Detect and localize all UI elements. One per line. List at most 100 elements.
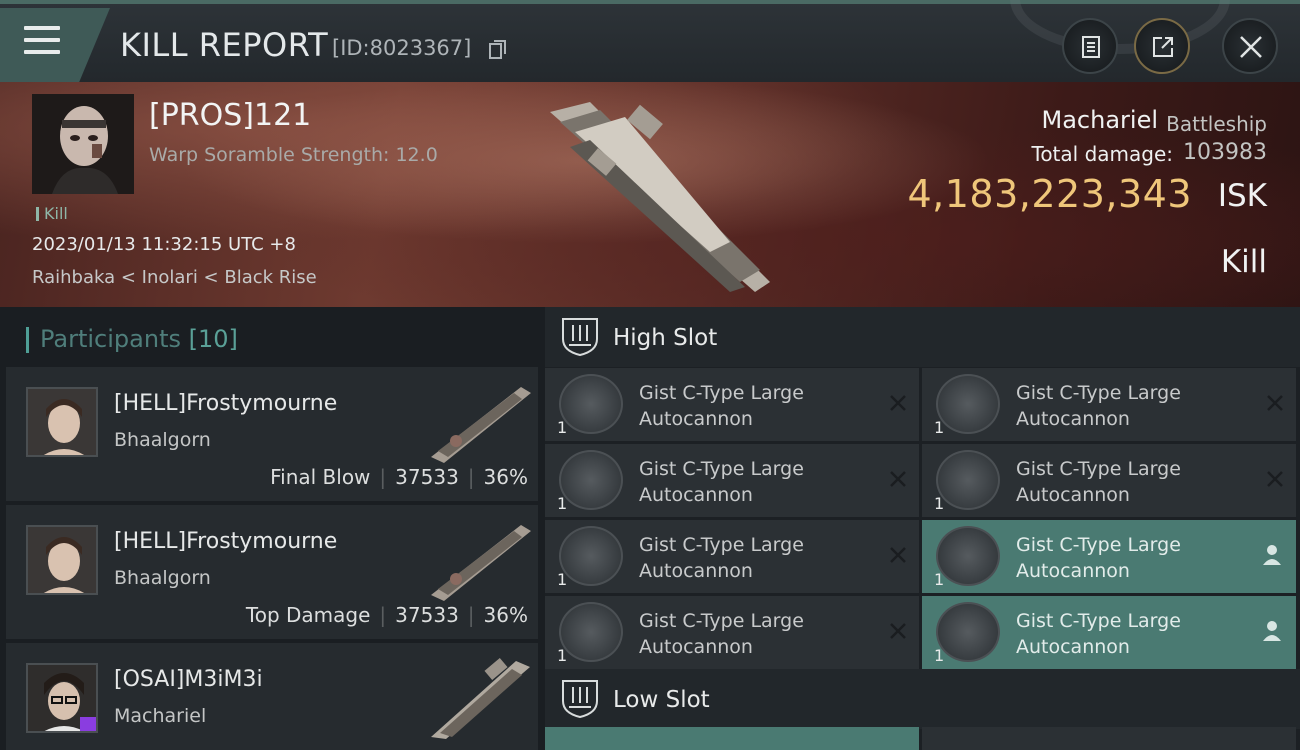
participant-row[interactable]: [HELL]Frostymourne Bhaalgorn Final Blow |… <box>6 367 538 501</box>
person-icon <box>1263 545 1281 565</box>
participant-percent: 36% <box>483 465 528 489</box>
module-slot[interactable]: 1 Gist C-Type Large Autocannon <box>922 444 1296 517</box>
destroyed-icon <box>1267 395 1283 411</box>
module-name: Gist C-Type Large Autocannon <box>639 458 804 506</box>
autocannon-icon <box>559 374 623 434</box>
participant-damage: 37533 <box>395 465 459 489</box>
participant-stats: Top Damage | 37533 | 36% <box>245 603 528 627</box>
high-slot-header: High Slot <box>545 307 1300 367</box>
participants-panel: Participants [10] [HELL]Frostymourne Bha… <box>0 307 545 750</box>
participant-ship-image <box>431 657 530 739</box>
clipboard-icon <box>1082 36 1100 58</box>
destroyed-icon <box>890 547 906 563</box>
module-quantity: 1 <box>557 418 568 437</box>
participant-role: Top Damage <box>245 603 371 627</box>
decorative-ring <box>1010 0 1230 54</box>
victim-portrait[interactable] <box>32 94 134 194</box>
participant-ship: Bhaalgorn <box>114 567 211 589</box>
avatar <box>26 387 98 457</box>
total-damage-value: 103983 <box>1183 140 1267 165</box>
module-slot[interactable]: 1 Gist C-Type Large Autocannon <box>545 368 919 441</box>
module-name: Gist C-Type Large Autocannon <box>639 534 804 582</box>
autocannon-icon <box>559 450 623 510</box>
destroyed-icon <box>890 395 906 411</box>
clipboard-button[interactable] <box>1062 18 1118 74</box>
participant-row[interactable]: [HELL]Frostymourne Bhaalgorn Top Damage |… <box>6 505 538 639</box>
kill-banner: [PROS]121 Warp Soramble Strength: 12.0 K… <box>0 82 1300 307</box>
module-quantity: 1 <box>934 418 945 437</box>
share-icon <box>1153 37 1173 57</box>
module-slot[interactable]: 1 Gist C-Type Large Autocannon <box>545 520 919 593</box>
module-slot[interactable]: 1 Gist C-Type Large Autocannon <box>545 444 919 517</box>
header-bar: KILL REPORT [ID:8023367] <box>0 0 1300 82</box>
module-quantity: 1 <box>557 646 568 665</box>
fitting-panel: High Slot 1 Gist C-Type Large Autocannon… <box>545 307 1300 750</box>
participant-damage: 37533 <box>395 603 459 627</box>
destroyed-icon <box>1267 471 1283 487</box>
avatar <box>26 663 98 733</box>
participant-role: Final Blow <box>270 465 371 489</box>
module-quantity: 1 <box>934 570 945 589</box>
module-quantity: 1 <box>934 494 945 513</box>
high-slot-title: High Slot <box>613 325 718 351</box>
isk-unit: ISK <box>1217 178 1267 214</box>
participant-stats: Final Blow | 37533 | 36% <box>270 465 528 489</box>
module-name: Gist C-Type Large Autocannon <box>639 382 804 430</box>
participant-name: [HELL]Frostymourne <box>114 529 338 554</box>
module-quantity: 1 <box>557 570 568 589</box>
close-button[interactable] <box>1222 18 1278 74</box>
participant-name: [OSAI]M3iM3i <box>114 667 263 692</box>
participant-ship: Machariel <box>114 705 207 727</box>
autocannon-icon <box>936 602 1000 662</box>
module-slot[interactable] <box>922 727 1296 750</box>
victim-ship-class: Battleship <box>1166 112 1267 136</box>
isk-value: 4,183,223,343 <box>907 172 1192 216</box>
module-slot[interactable]: 1 Gist C-Type Large Autocannon <box>545 596 919 669</box>
victim-avatar-image <box>32 94 134 194</box>
participants-count: [10] <box>188 325 238 353</box>
victim-ship-image <box>550 102 770 292</box>
destroyed-icon <box>890 623 906 639</box>
module-name: Gist C-Type Large Autocannon <box>1016 382 1181 430</box>
low-slot-icon <box>562 680 598 719</box>
scramble-strength: Warp Soramble Strength: 12.0 <box>149 144 438 166</box>
victim-ship-name[interactable]: Machariel <box>1042 106 1159 134</box>
module-quantity: 1 <box>934 646 945 665</box>
module-slot[interactable]: 1 Gist C-Type Large Autocannon <box>922 520 1296 593</box>
participant-row[interactable]: [OSAI]M3iM3i Machariel <box>6 643 538 750</box>
module-slot[interactable]: 1 Gist C-Type Large Autocannon <box>922 368 1296 441</box>
module-name: Gist C-Type Large Autocannon <box>639 610 804 658</box>
autocannon-icon <box>936 526 1000 586</box>
module-quantity: 1 <box>557 494 568 513</box>
avatar <box>26 525 98 595</box>
menu-icon[interactable] <box>24 26 62 58</box>
victim-name[interactable]: [PROS]121 <box>149 98 311 133</box>
autocannon-icon <box>936 374 1000 434</box>
share-button[interactable] <box>1134 18 1190 74</box>
participant-ship-image <box>431 387 531 463</box>
page-title: KILL REPORT <box>120 26 329 64</box>
person-icon <box>1263 621 1281 641</box>
low-slot-title: Low Slot <box>613 687 710 713</box>
close-icon <box>1240 36 1262 58</box>
autocannon-icon <box>559 602 623 662</box>
module-name: Gist C-Type Large Autocannon <box>1016 610 1181 658</box>
autocannon-icon <box>936 450 1000 510</box>
participant-ship-image <box>431 525 531 601</box>
module-name: Gist C-Type Large Autocannon <box>1016 458 1181 506</box>
total-damage-label: Total damage: <box>1031 142 1174 166</box>
kill-tag: Kill <box>36 204 68 223</box>
kill-location[interactable]: Raihbaka < Inolari < Black Rise <box>32 267 317 288</box>
participant-percent: 36% <box>483 603 528 627</box>
participant-ship: Bhaalgorn <box>114 429 211 451</box>
high-slot-icon <box>562 318 598 357</box>
kill-result: Kill <box>1220 244 1267 280</box>
participant-name: [HELL]Frostymourne <box>114 391 338 416</box>
participants-title: Participants <box>40 325 181 353</box>
kill-datetime: 2023/01/13 11:32:15 UTC +8 <box>32 234 296 255</box>
module-slot[interactable] <box>545 727 919 750</box>
copy-icon[interactable] <box>489 40 507 60</box>
report-id: [ID:8023367] <box>332 36 472 60</box>
destroyed-icon <box>890 471 906 487</box>
module-slot[interactable]: 1 Gist C-Type Large Autocannon <box>922 596 1296 669</box>
